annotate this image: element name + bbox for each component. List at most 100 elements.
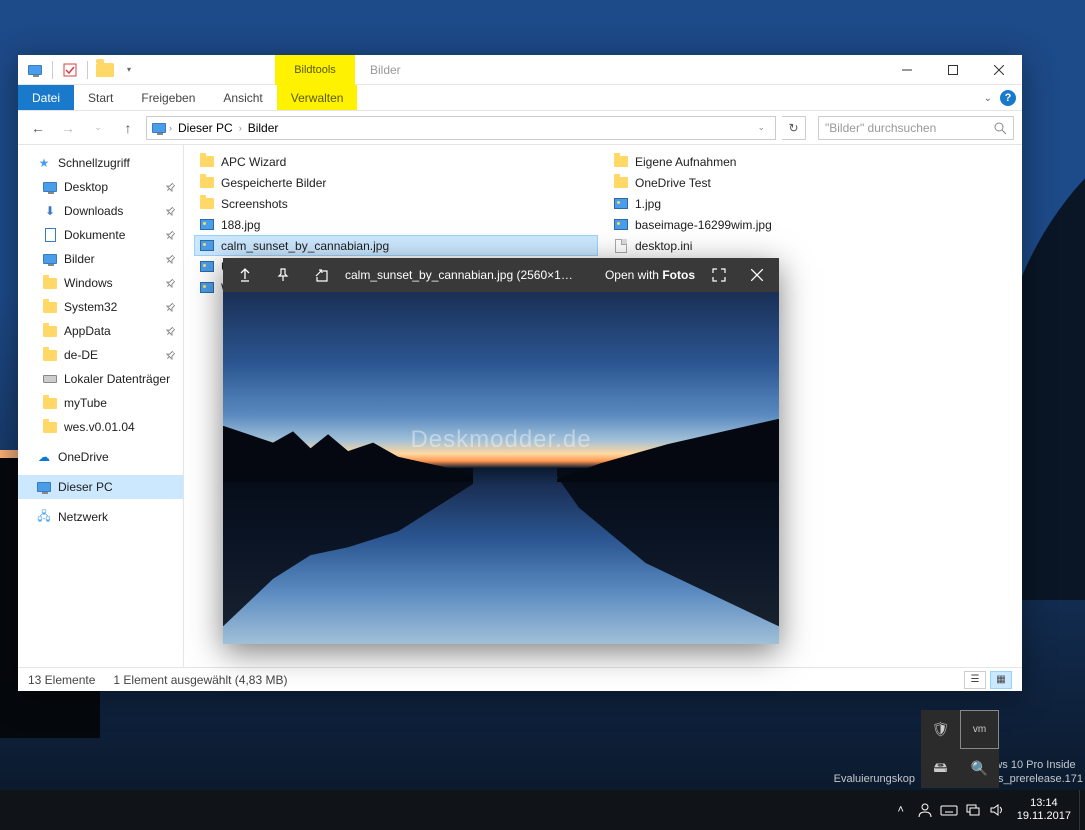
up-button[interactable]: ↑ <box>116 116 140 140</box>
refresh-button[interactable]: ↻ <box>782 116 806 140</box>
tab-file[interactable]: Datei <box>18 85 74 110</box>
search-icon <box>993 121 1007 135</box>
properties-icon[interactable] <box>59 59 81 81</box>
taskbar-clock[interactable]: 13:14 19.11.2017 <box>1009 797 1079 823</box>
address-bar[interactable]: › Dieser PC › Bilder ⌄ <box>146 116 776 140</box>
status-item-count: 13 Elemente <box>28 673 95 687</box>
image-icon <box>199 280 215 296</box>
sidebar-label: myTube <box>64 396 107 410</box>
tray-search-icon[interactable]: 🔍 <box>960 749 999 788</box>
sidebar-item-downloads[interactable]: ⬇Downloads <box>18 199 183 223</box>
item-icon <box>42 371 58 387</box>
taskbar[interactable]: ˄ 13:14 19.11.2017 <box>0 790 1085 830</box>
tab-share[interactable]: Freigeben <box>127 85 209 110</box>
sidebar-label: OneDrive <box>58 450 109 464</box>
open-with-button[interactable]: Open with Fotos <box>605 268 695 282</box>
sidebar-thispc[interactable]: Dieser PC <box>18 475 183 499</box>
sidebar-network[interactable]: 🖧 Netzwerk <box>18 505 183 529</box>
file-item[interactable]: calm_sunset_by_cannabian.jpg <box>194 235 598 256</box>
ini-icon <box>613 238 629 254</box>
contextual-tab-label: Bildtools <box>275 55 355 85</box>
chevron-right-icon[interactable]: › <box>169 123 172 133</box>
close-icon[interactable] <box>743 261 771 289</box>
file-item[interactable]: OneDrive Test <box>608 172 1012 193</box>
show-desktop-button[interactable] <box>1079 790 1085 830</box>
image-icon <box>199 238 215 254</box>
folder-icon <box>613 154 629 170</box>
minimize-button[interactable] <box>884 55 930 85</box>
chevron-right-icon[interactable]: › <box>239 123 242 133</box>
sidebar-label: Downloads <box>64 204 123 218</box>
people-icon[interactable] <box>913 790 937 830</box>
fullscreen-icon[interactable] <box>705 261 733 289</box>
tab-manage[interactable]: Verwalten <box>277 85 358 110</box>
back-button[interactable]: ← <box>26 116 50 140</box>
titlebar[interactable]: ▾ Bildtools Bilder <box>18 55 1022 85</box>
tray-overflow-icon[interactable]: ˄ <box>889 790 913 830</box>
preview-toolbar[interactable]: calm_sunset_by_cannabian.jpg (2560×16… O… <box>223 258 779 292</box>
qat-dropdown-icon[interactable]: ▾ <box>118 59 140 81</box>
file-item[interactable]: Screenshots <box>194 193 598 214</box>
file-name: calm_sunset_by_cannabian.jpg <box>221 239 389 253</box>
network-tray-icon[interactable] <box>961 790 985 830</box>
file-item[interactable]: Gespeicherte Bilder <box>194 172 598 193</box>
item-icon <box>42 299 58 315</box>
pin-icon <box>164 229 177 242</box>
pin-icon <box>164 205 177 218</box>
help-icon[interactable]: ? <box>1000 90 1016 106</box>
ontop-icon[interactable] <box>231 261 259 289</box>
item-icon <box>42 179 58 195</box>
volume-icon[interactable] <box>985 790 1009 830</box>
clock-date: 19.11.2017 <box>1017 810 1071 823</box>
tab-view[interactable]: Ansicht <box>209 85 276 110</box>
recent-dropdown[interactable]: ⌄ <box>86 116 110 140</box>
pc-icon <box>36 479 52 495</box>
view-icons-button[interactable]: ▦ <box>990 671 1012 689</box>
pin-icon[interactable] <box>269 261 297 289</box>
separator <box>52 61 53 79</box>
navigation-bar: ← → ⌄ ↑ › Dieser PC › Bilder ⌄ ↻ "Bilder… <box>18 111 1022 145</box>
sidebar-item-dokumente[interactable]: Dokumente <box>18 223 183 247</box>
sidebar-item-mytube[interactable]: myTube <box>18 391 183 415</box>
address-dropdown-icon[interactable]: ⌄ <box>751 122 771 133</box>
forward-button[interactable]: → <box>56 116 80 140</box>
tray-defender-icon[interactable]: 🛡 <box>921 710 960 749</box>
view-details-button[interactable]: ☰ <box>964 671 986 689</box>
file-item[interactable]: Eigene Aufnahmen <box>608 151 1012 172</box>
tray-vm-icon[interactable]: vm <box>960 710 999 749</box>
image-icon <box>199 217 215 233</box>
share-icon[interactable] <box>307 261 335 289</box>
sidebar-item-wes.v0.01.04[interactable]: wes.v0.01.04 <box>18 415 183 439</box>
file-item[interactable]: desktop.ini <box>608 235 1012 256</box>
watermark-text: Deskmodder.de <box>410 426 591 454</box>
breadcrumb-folder[interactable]: Bilder <box>244 121 283 135</box>
sidebar-item-system32[interactable]: System32 <box>18 295 183 319</box>
sidebar-item-windows[interactable]: Windows <box>18 271 183 295</box>
ribbon-expand-icon[interactable]: ⌄ <box>984 93 992 104</box>
sidebar-item-lokaler-datenträger[interactable]: Lokaler Datenträger <box>18 367 183 391</box>
sidebar-item-bilder[interactable]: Bilder <box>18 247 183 271</box>
file-item[interactable]: baseimage-16299wim.jpg <box>608 214 1012 235</box>
sidebar-label: Lokaler Datenträger <box>64 372 170 386</box>
sidebar-quickaccess[interactable]: ★ Schnellzugriff <box>18 151 183 175</box>
window-icon[interactable] <box>24 59 46 81</box>
preview-image[interactable]: Deskmodder.de <box>223 292 779 644</box>
keyboard-icon[interactable] <box>937 790 961 830</box>
image-icon <box>613 217 629 233</box>
file-item[interactable]: 188.jpg <box>194 214 598 235</box>
file-item[interactable]: APC Wizard <box>194 151 598 172</box>
sidebar-item-desktop[interactable]: Desktop <box>18 175 183 199</box>
separator <box>87 61 88 79</box>
sidebar-item-de-de[interactable]: de-DE <box>18 343 183 367</box>
tab-start[interactable]: Start <box>74 85 127 110</box>
maximize-button[interactable] <box>930 55 976 85</box>
search-input[interactable]: "Bilder" durchsuchen <box>818 116 1014 140</box>
sidebar-onedrive[interactable]: ☁ OneDrive <box>18 445 183 469</box>
breadcrumb-thispc[interactable]: Dieser PC <box>174 121 237 135</box>
new-folder-icon[interactable] <box>94 59 116 81</box>
tray-usb-icon[interactable]: 🖴 <box>921 749 960 788</box>
tray-overflow-popup[interactable]: 🛡 vm 🖴 🔍 <box>921 710 999 788</box>
sidebar-item-appdata[interactable]: AppData <box>18 319 183 343</box>
file-item[interactable]: 1.jpg <box>608 193 1012 214</box>
close-button[interactable] <box>976 55 1022 85</box>
